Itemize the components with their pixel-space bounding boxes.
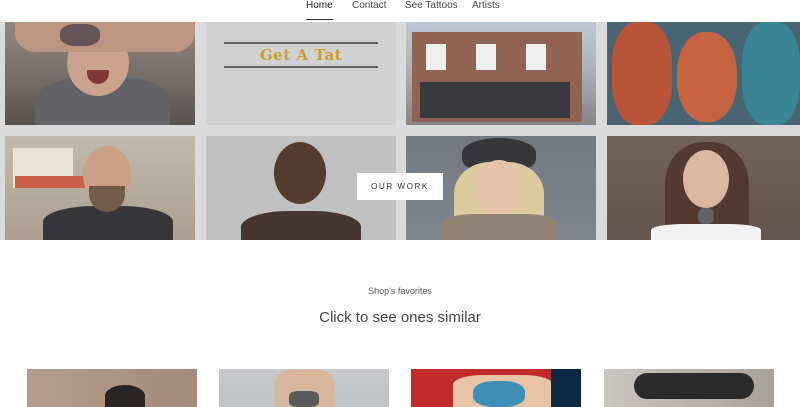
favorite-card-colorful-tattoo[interactable] xyxy=(411,369,581,407)
tattoo-mark xyxy=(60,24,100,46)
nav-home[interactable]: Home xyxy=(306,0,333,20)
hero-tile-bearded-artist xyxy=(5,136,195,240)
bottles-shape xyxy=(15,176,85,188)
favorite-card-back-tattoo[interactable] xyxy=(219,369,389,407)
get-a-tat-logo: Get A Tat xyxy=(224,42,378,68)
back-tattoo-mark xyxy=(289,391,319,407)
hero-tile-koi-artwork xyxy=(607,22,800,125)
shirt-shape xyxy=(551,369,581,407)
forearm-shape xyxy=(634,373,754,399)
face-shape xyxy=(476,160,522,216)
our-work-button[interactable]: OUR WORK xyxy=(357,173,443,200)
hero-gallery: Get A Tat xyxy=(0,22,800,240)
favorites-subtitle: Shop's favorites xyxy=(368,286,432,296)
logo-text: Get A Tat xyxy=(259,46,343,64)
hero-tile-man-tattooed-arm xyxy=(5,22,195,125)
window-shape xyxy=(426,44,446,70)
color-tattoo-mark xyxy=(473,381,525,407)
nav-see-tattoos[interactable]: See Tattoos xyxy=(405,0,458,12)
logo-divider-bottom xyxy=(224,66,378,68)
window-shape xyxy=(476,44,496,70)
favorite-card-bird-tattoo[interactable] xyxy=(27,369,197,407)
face-shape xyxy=(274,142,326,204)
neck-tattoo-mark xyxy=(698,208,714,224)
arm-shape xyxy=(15,22,195,52)
window-shape xyxy=(526,44,546,70)
favorites-title: Click to see ones similar xyxy=(319,309,481,326)
nav-contact[interactable]: Contact xyxy=(352,0,386,12)
koi-shape xyxy=(677,32,737,122)
top-shape xyxy=(651,224,761,240)
hero-tile-woman-neck-tattoo xyxy=(607,136,800,240)
shoulders-shape xyxy=(442,214,558,240)
favorite-card-forearm-tattoo[interactable] xyxy=(604,369,774,407)
logo-divider-top xyxy=(224,42,378,44)
koi-shape xyxy=(612,22,672,125)
hero-tile-logo: Get A Tat xyxy=(206,22,396,125)
shop-windows xyxy=(420,82,570,118)
face-shape xyxy=(683,150,729,208)
hero-tile-storefront xyxy=(406,22,596,125)
wave-shape xyxy=(742,22,800,125)
shoulders-shape xyxy=(241,211,361,240)
nav-artists[interactable]: Artists xyxy=(472,0,500,12)
top-navigation: Home Contact See Tattoos Artists xyxy=(0,0,800,22)
bird-tattoo-shape xyxy=(105,385,145,407)
